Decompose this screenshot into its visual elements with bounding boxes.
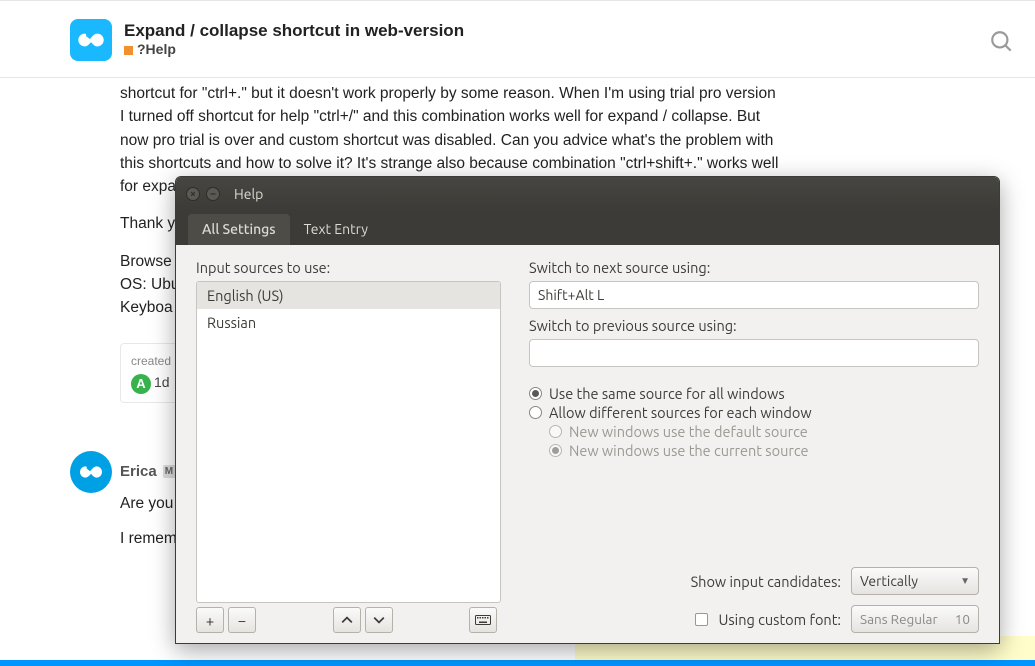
prev-source-input[interactable] [529,339,979,367]
input-sources-list[interactable]: English (US) Russian [196,281,501,603]
tab-all-settings[interactable]: All Settings [188,214,290,245]
remove-button[interactable]: − [228,607,256,633]
next-source-input[interactable] [529,281,979,309]
prev-source-label: Switch to previous source using: [529,317,979,334]
candidates-dropdown[interactable]: Vertically▼ [851,567,979,595]
move-up-button[interactable] [333,607,361,633]
show-menubar-label: Show current input source in the menu ba… [217,643,494,644]
titlebar[interactable]: × – Help [176,177,999,211]
input-sources-label: Input sources to use: [196,259,501,276]
scroll-progress [0,660,1035,666]
reply-avatar[interactable] [70,451,112,493]
add-button[interactable]: + [196,607,224,633]
next-source-label: Switch to next source using: [529,259,979,276]
minimize-icon[interactable]: – [206,187,220,201]
chevron-down-icon: ▼ [960,575,970,587]
input-source-item[interactable]: Russian [197,309,500,336]
radio-current-source: New windows use the current source [549,442,979,459]
close-icon[interactable]: × [186,187,200,201]
radio-same-source[interactable]: Use the same source for all windows [529,385,979,402]
move-down-button[interactable] [365,607,393,633]
candidates-label: Show input candidates: [691,573,841,590]
created-info: created A1d [120,343,182,403]
topic-category[interactable]: ?Help [124,41,464,57]
topic-title: Expand / collapse shortcut in web-versio… [124,21,464,41]
avatar-icon: A [131,374,151,394]
reply-author[interactable]: Erica [120,463,157,480]
font-button[interactable]: Sans Regular10 [851,605,979,633]
search-icon[interactable] [989,29,1015,59]
window-title: Help [234,186,263,202]
custom-font-label: Using custom font: [718,611,841,628]
radio-different-source[interactable]: Allow different sources for each window [529,404,979,421]
radio-icon [549,444,562,457]
radio-icon[interactable] [529,406,542,419]
tab-text-entry[interactable]: Text Entry [290,214,382,245]
settings-dialog: × – Help All Settings Text Entry Input s… [175,176,1000,644]
app-logo[interactable] [70,19,112,61]
input-source-item[interactable]: English (US) [197,282,500,309]
radio-icon[interactable] [529,387,542,400]
radio-default-source: New windows use the default source [549,423,979,440]
mod-badge: M [163,465,176,478]
custom-font-checkbox[interactable] [695,613,708,626]
keyboard-icon[interactable] [469,607,497,633]
radio-icon [549,425,562,438]
keyboard-settings-link[interactable]: Keyboard Settings… [846,643,979,644]
